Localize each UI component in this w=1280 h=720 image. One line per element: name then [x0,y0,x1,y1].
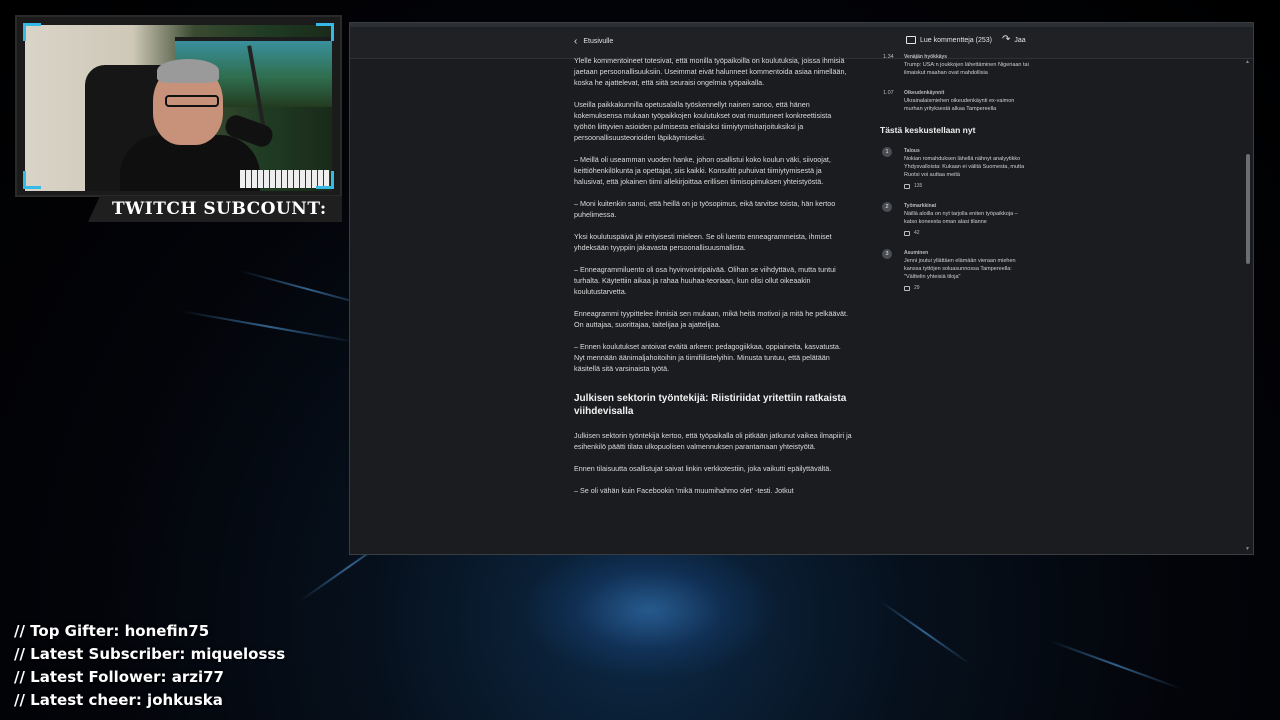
article-paragraph: – Se oli vähän kuin Facebookin 'mikä muu… [574,486,794,495]
trending-headline: Jenni joutui yllättäen elämään vieraan m… [904,258,1016,280]
trending-headline: Nokian romahduksen lähellä nähnyt analyy… [904,156,1025,178]
bg-streak [879,600,971,665]
comment-count: 29 [914,285,920,291]
comment-count: 42 [914,230,920,236]
stream-stats: // Top Gifter: honefin75 // Latest Subsc… [14,620,285,712]
live-time: 1.07 [883,90,894,96]
article-paragraph: Yksi koulutuspäivä jäi erityisesti miele… [574,232,832,252]
trending-category: Talous [904,148,920,154]
comments-label: Lue kommentteja (253) [920,36,992,44]
live-headline: Trump: USA:n joukkojen lähettäminen Nige… [904,62,1029,76]
article-subheading: Julkisen sektorin työntekijä: Riistiriid… [574,393,847,417]
trending-headline: Näillä aloilla on nyt tarjolla eniten ty… [904,211,1018,225]
chevron-left-icon: ‹ [574,36,578,47]
trending-category: Työmarkkinat [904,203,937,209]
latest-subscriber: // Latest Subscriber: miquelosss [14,645,286,663]
frame-corner [316,23,334,41]
frame-corner [316,171,334,189]
live-feed-item[interactable]: 1.07 Oikeudenkäynnit Ukrainalaismiehen o… [880,89,1030,113]
frame-corner [23,171,41,189]
article-paragraph: Julkisen sektorin työntekijä kertoo, ett… [574,431,852,451]
streamer-hair [157,59,219,83]
article-paragraph: – Moni kuitenkin sanoi, että heillä on j… [574,199,836,219]
trending-item[interactable]: 1 Talous Nokian romahduksen lähellä nähn… [880,147,1030,190]
latest-cheer: // Latest cheer: johkuska [14,691,223,709]
article-paragraph: – Meillä oli useamman vuoden hanke, joho… [574,155,831,186]
share-label: Jaa [1014,36,1026,44]
trending-heading: Tästä keskustellaan nyt [880,125,976,135]
comment-icon [904,285,910,291]
scroll-down-arrow-icon[interactable]: ▼ [1245,546,1250,552]
live-feed-item[interactable]: 1.34 Venäjän hyökkäys Trump: USA:n joukk… [880,53,1030,77]
comment-icon [906,36,916,44]
comment-icon [904,183,910,189]
trending-rank: 2 [882,202,892,212]
article-paragraph: Ennen tilaisuutta osallistujat saivat li… [574,464,832,473]
live-category: Venäjän hyökkäys [904,54,948,60]
glasses [165,95,219,107]
trending-item[interactable]: 3 Asuminen Jenni joutui yllättäen elämää… [880,249,1030,292]
back-label: Etusivulle [583,38,614,45]
live-headline: Ukrainalaismiehen oikeudenkäynti ex-vaim… [904,98,1015,112]
article-paragraph: Ylelle kommentoineet totesivat, että mon… [574,56,847,87]
article-paragraph: Enneagrammi tyypittelee ihmisiä sen muka… [574,309,849,329]
bg-streak [1049,640,1182,690]
subcount-banner: TWITCH SUBCOUNT: 23 [88,196,342,222]
comment-count: 135 [914,183,923,189]
trending-item[interactable]: 2 Työmarkkinat Näillä aloilla on nyt tar… [880,202,1030,237]
live-time: 1.34 [883,54,894,60]
trending-comments: 42 [904,229,1030,237]
webcam-frame [15,15,342,197]
browser-window: ‹ Etusivulle Lue kommentteja (253) ↷ Jaa… [349,22,1254,555]
live-category: Oikeudenkäynnit [904,90,945,96]
article-paragraph: Useilla paikkakunnilla opetusalalla työs… [574,100,832,142]
bg-glow [520,540,780,680]
article-sidebar: 1.34 Venäjän hyökkäys Trump: USA:n joukk… [880,53,1030,304]
article-body: Ylelle kommentoineet totesivat, että mon… [574,55,852,507]
page-scrollbar[interactable]: ▲ ▼ [1245,59,1251,552]
share-button[interactable]: ↷ Jaa [1001,34,1026,45]
scroll-thumb[interactable] [1246,154,1250,264]
article-paragraph: – Enneagrammiluento oli osa hyvinvointip… [574,265,836,296]
bg-streak [179,310,358,344]
back-to-front-link[interactable]: ‹ Etusivulle [574,36,614,47]
nav-actions: Lue kommentteja (253) ↷ Jaa [906,34,1026,45]
article-paragraph: – Ennen koulutukset antoivat eväitä arke… [574,342,841,373]
scroll-up-arrow-icon[interactable]: ▲ [1245,59,1250,65]
trending-comments: 135 [904,182,1030,190]
comment-icon [904,230,910,236]
latest-follower: // Latest Follower: arzi77 [14,668,224,686]
trending-rank: 1 [882,147,892,157]
trending-rank: 3 [882,249,892,259]
trending-comments: 29 [904,284,1030,292]
read-comments-button[interactable]: Lue kommentteja (253) [906,36,992,44]
trending-category: Asuminen [904,250,929,256]
frame-corner [23,23,41,41]
webcam-feed [25,25,332,191]
share-icon: ↷ [1001,34,1011,45]
top-gifter: // Top Gifter: honefin75 [14,622,210,640]
